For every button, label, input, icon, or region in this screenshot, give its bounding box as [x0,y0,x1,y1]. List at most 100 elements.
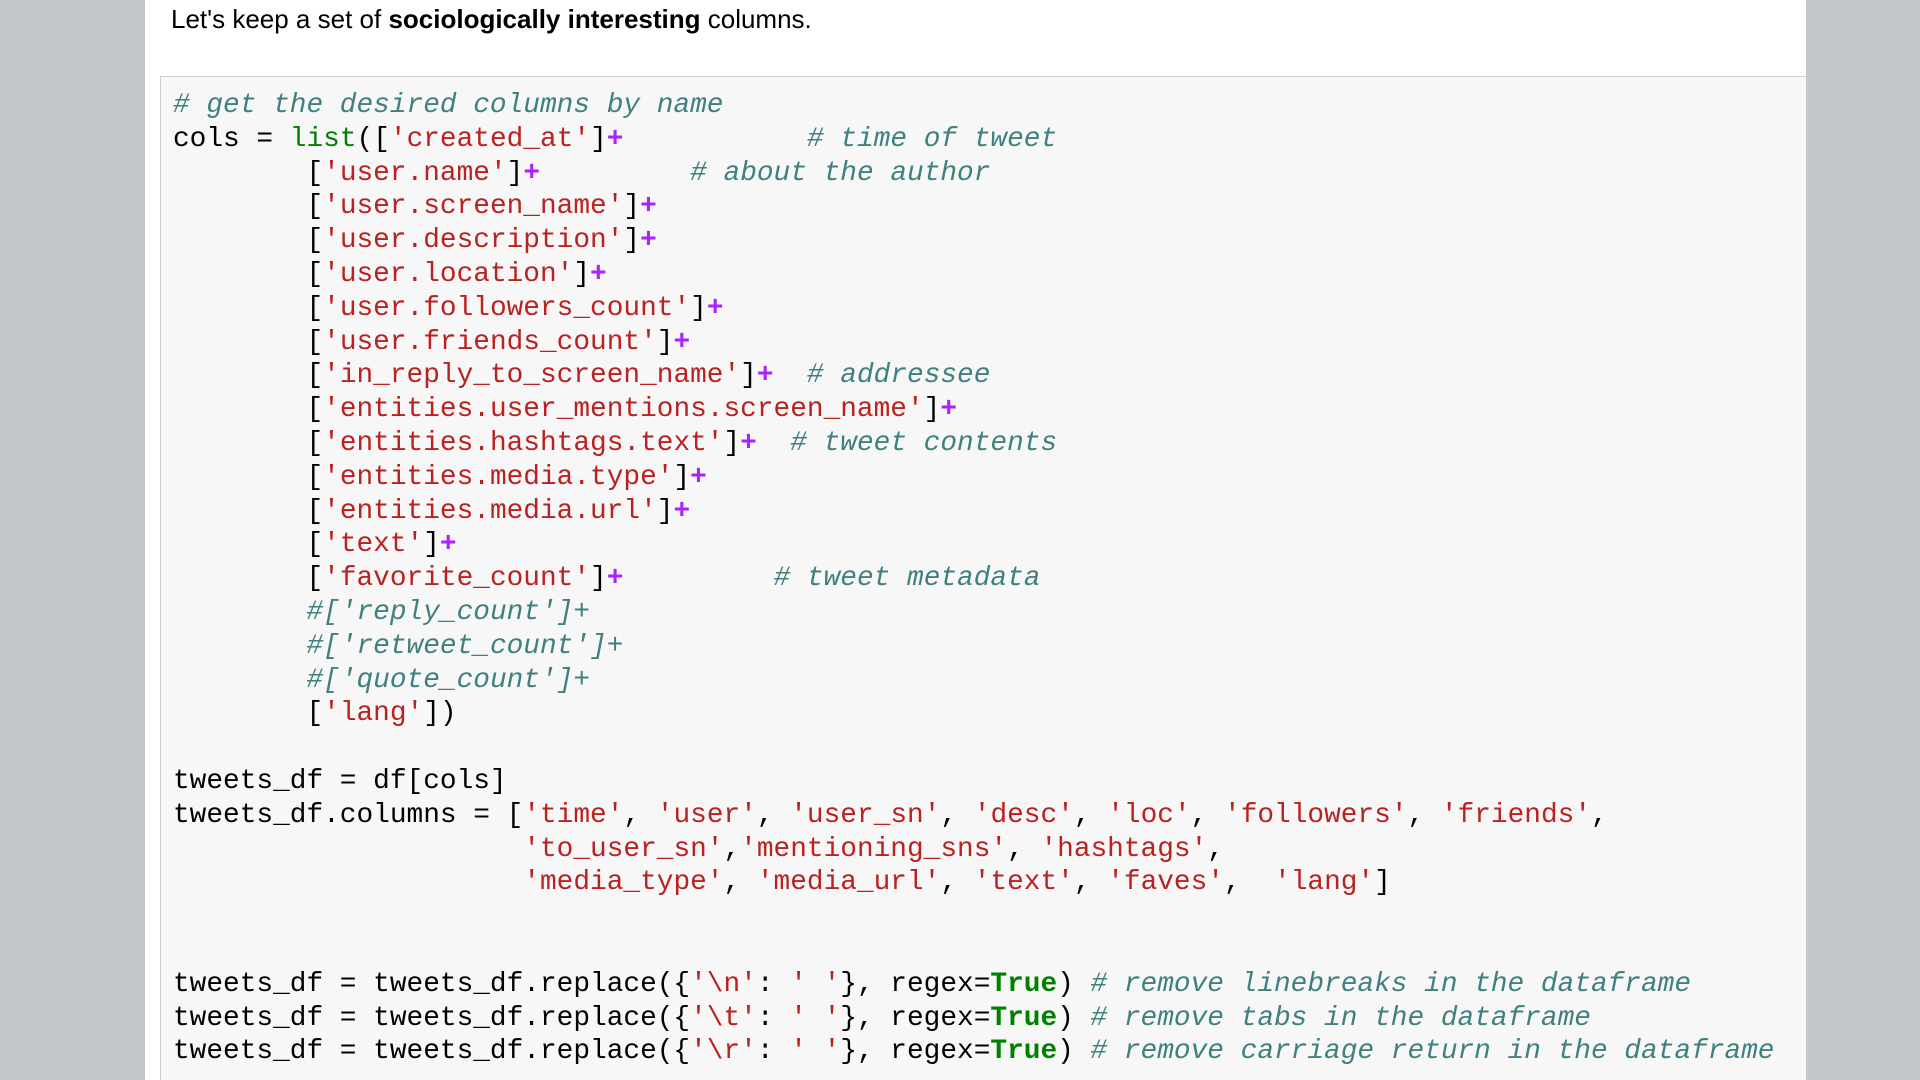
code-text: [ [173,495,324,527]
code-operator: + [673,495,691,527]
code-string: ' ' [790,1002,841,1034]
code-string: 'friends' [1440,799,1592,831]
code-text: [ [173,191,324,223]
code-line: ['lang']) [173,697,1774,731]
code-text: [ [173,292,324,324]
code-cell[interactable]: # get the desired columns by name cols = … [160,76,1806,1080]
code-line: ['user.friends_count']+ [173,326,1774,360]
code-text: [ [173,563,324,595]
code-text: ] [923,394,941,426]
markdown-cell[interactable]: Let's keep a set of sociologically inter… [171,2,812,36]
code-line: ['entities.user_mentions.screen_name']+ [173,393,1774,427]
code-comment: # time of tweet [806,123,1058,155]
code-keyword: True [990,1002,1058,1034]
code-operator: + [673,326,691,358]
code-text: [ [173,258,324,290]
code-text: ] [1374,867,1391,899]
code-string: 'loc' [1107,799,1191,831]
code-line: 'to_user_sn','mentioning_sns', 'hashtags… [173,833,1774,867]
code-text: , [940,867,974,899]
code-string: 'user.name' [323,157,507,189]
code-string: 'user' [656,799,757,831]
code-line: tweets_df.columns = ['time', 'user', 'us… [173,799,1774,833]
code-text: tweets_df = tweets_df.replace({ [173,1002,691,1034]
code-comment: # tweet metadata [773,563,1041,595]
code-text: tweets_df = df[cols] [173,765,507,797]
code-string: 'user.screen_name' [323,191,624,223]
markdown-bold-text: sociologically interesting [388,4,701,34]
code-text: ] [673,461,691,493]
code-string: 'user.friends_count' [323,326,657,358]
code-text: ] [423,529,440,561]
code-text: ([ [356,123,390,155]
code-string: '\n' [690,968,757,1000]
code-line: ['user.location']+ [173,258,1774,292]
code-string: 'to_user_sn' [523,833,724,865]
code-operator: + [740,427,757,459]
code-text: ] [656,326,674,358]
code-string: 'entities.user_mentions.screen_name' [323,394,924,426]
code-text: [ [173,157,324,189]
code-text: ] [506,157,524,189]
code-line: ['user.screen_name']+ [173,190,1774,224]
code-string: 'followers' [1224,799,1408,831]
code-string: 'entities.media.url' [323,495,657,527]
code-comment: # tweet contents [790,427,1058,459]
code-text: ] [723,427,741,459]
code-text: }, regex= [840,1036,991,1068]
code-string: 'entities.hashtags.text' [323,427,724,459]
code-string: 'text' [323,529,424,561]
code-text: ] [740,360,757,392]
code-operator: + [640,225,657,257]
code-text: cols = [173,123,290,155]
code-text: tweets_df.columns = [ [173,799,524,831]
code-operator: + [439,529,457,561]
code-text: ) [1057,968,1091,1000]
code-line: # get the desired columns by name [173,89,1774,123]
code-keyword: True [990,1036,1058,1068]
code-comment: #['quote_count']+ [306,664,591,696]
code-string: 'user.followers_count' [323,292,691,324]
code-operator: + [606,123,624,155]
code-text: ] [590,123,607,155]
code-line: ['in_reply_to_screen_name']+ # addressee [173,359,1774,393]
code-string: 'hashtags' [1040,833,1208,865]
code-text: }, regex= [840,968,991,1000]
code-editor[interactable]: # get the desired columns by name cols = … [173,89,1774,1069]
code-text: [ [173,698,324,730]
code-string: ' ' [790,968,841,1000]
code-comment: # remove carriage return in the datafram… [1090,1036,1775,1068]
code-text: ] [623,225,641,257]
code-text: : [756,968,791,1000]
code-line: tweets_df = tweets_df.replace({'\r': ' '… [173,1035,1774,1069]
code-line: ['user.name']+ # about the author [173,157,1774,191]
code-text: ] [656,495,674,527]
code-line: #['quote_count']+ [173,664,1774,698]
code-line: ['favorite_count']+ # tweet metadata [173,562,1774,596]
code-string: 'desc' [973,799,1074,831]
code-text: , [1207,833,1224,865]
code-string: 'time' [523,799,624,831]
code-comment: # about the author [690,157,991,189]
code-text: , [1407,799,1441,831]
code-string: 'user.description' [323,225,624,257]
code-text: [ [173,529,324,561]
code-line: tweets_df = df[cols] [173,765,1774,799]
code-text: }, regex= [840,1002,991,1034]
code-text: [ [173,461,324,493]
code-operator: + [940,394,958,426]
code-string: 'user_sn' [790,799,941,831]
code-line: ['entities.media.url']+ [173,495,1774,529]
code-text: , [1190,799,1225,831]
code-text: ) [1057,1036,1091,1068]
code-text: , [723,867,757,899]
code-operator: + [606,563,624,595]
